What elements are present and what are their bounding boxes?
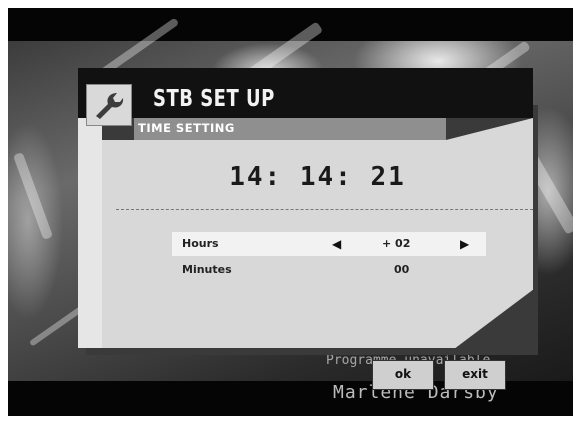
hours-label: Hours xyxy=(182,237,219,250)
section-title: TIME SETTING xyxy=(138,121,235,135)
tv-screen: Programme unavailable Marlene Darsby STB… xyxy=(8,8,573,416)
panel-corner xyxy=(446,118,533,140)
clock-display: 14: 14: 21 xyxy=(229,162,406,192)
page-title: STB SET UP xyxy=(153,84,275,112)
section-header: TIME SETTING xyxy=(134,118,446,140)
ok-button[interactable]: ok xyxy=(372,360,434,390)
header-bar: STB SET UP xyxy=(78,68,533,118)
panel-left-strip xyxy=(78,118,102,348)
panel-content: 14: 14: 21 Hours ◀ + 02 ▶ Minutes 00 xyxy=(102,140,533,348)
wrench-icon xyxy=(86,84,132,126)
minutes-label: Minutes xyxy=(182,263,232,276)
minutes-setting-row[interactable]: Minutes 00 xyxy=(172,258,486,282)
letterbox-top xyxy=(8,8,573,41)
exit-button[interactable]: exit xyxy=(444,360,506,390)
hours-value: + 02 xyxy=(382,237,411,250)
minutes-value: 00 xyxy=(394,263,410,276)
arrow-right-icon[interactable]: ▶ xyxy=(460,237,469,251)
arrow-left-icon[interactable]: ◀ xyxy=(332,237,341,251)
hours-setting-row[interactable]: Hours ◀ + 02 ▶ xyxy=(172,232,486,256)
divider xyxy=(116,209,533,210)
setup-panel: STB SET UP TIME SETTING 14: 14: 21 Hours… xyxy=(78,68,533,348)
